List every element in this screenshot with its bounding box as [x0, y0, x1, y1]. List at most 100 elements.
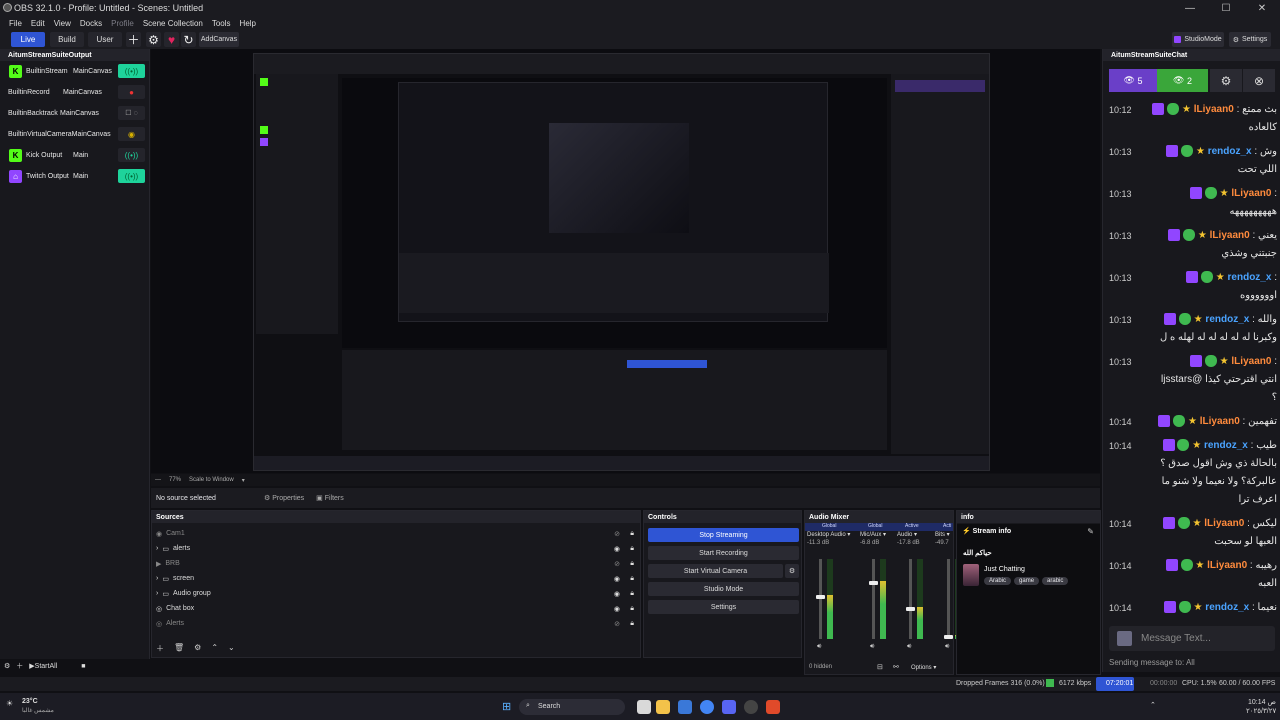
add-icon[interactable]: ＋ — [126, 32, 141, 47]
brave-icon[interactable] — [766, 700, 780, 714]
username[interactable]: lLiyaan0 — [1231, 356, 1271, 367]
virtualcam-toggle[interactable]: ◉ — [118, 127, 145, 141]
chevron-right-icon[interactable]: › — [156, 575, 158, 582]
minimize-button[interactable]: — — [1172, 0, 1208, 16]
heart-icon[interactable]: ♥ — [164, 32, 179, 47]
add-source-icon[interactable]: ＋ — [156, 643, 164, 654]
lock-icon[interactable]: 🔒︎ — [630, 575, 634, 583]
volume-fader[interactable] — [906, 559, 915, 639]
tab-build[interactable]: Build — [50, 32, 84, 47]
studio-mode-button[interactable]: StudioMode — [1172, 32, 1224, 47]
refresh-icon[interactable]: ↻ — [181, 32, 196, 47]
edit-icon[interactable]: ✎ — [1087, 527, 1094, 536]
properties-button[interactable]: ⚙ Properties — [264, 494, 304, 502]
add-canvas-button[interactable]: AddCanvas — [199, 32, 239, 47]
chevron-right-icon[interactable]: › — [156, 545, 158, 552]
stop-streaming-button[interactable]: Stop Streaming — [648, 528, 799, 542]
start-virtual-camera-button[interactable]: Start Virtual Camera — [648, 564, 783, 578]
tab-live[interactable]: Live — [11, 32, 45, 47]
menu-file[interactable]: File — [9, 19, 22, 28]
windows-start-icon[interactable]: ⊞ — [502, 700, 511, 713]
lock-icon[interactable]: 🔒︎ — [630, 560, 634, 568]
chrome-icon[interactable] — [700, 700, 714, 714]
filters-button[interactable]: ▣ Filters — [316, 494, 344, 502]
source-item[interactable]: › ▭ alerts ◉ 🔒︎ — [156, 541, 638, 556]
chat-settings-icon[interactable]: ⚙ — [1210, 69, 1242, 92]
maximize-button[interactable]: ☐ — [1208, 0, 1244, 16]
mute-speaker-icon[interactable]: 🔊︎ — [817, 643, 821, 651]
eye-icon[interactable]: ◉ — [614, 545, 620, 553]
mail-icon[interactable] — [678, 700, 692, 714]
username[interactable]: lLiyaan0 — [1204, 518, 1244, 529]
eye-hidden-icon[interactable]: ⊘ — [614, 560, 620, 568]
chat-popout-icon[interactable]: ⊗ — [1243, 69, 1275, 92]
move-up-icon[interactable]: ⌃ — [211, 643, 218, 654]
studio-mode-button-ctrl[interactable]: Studio Mode — [648, 582, 799, 596]
taskbar-search[interactable]: ⌕ Search — [519, 699, 625, 715]
username[interactable]: rendoz_x — [1204, 440, 1248, 451]
broadcast-toggle[interactable]: ((•)) — [118, 148, 145, 162]
mute-speaker-icon[interactable]: 🔊︎ — [870, 643, 874, 651]
mute-speaker-icon[interactable]: 🔊︎ — [907, 643, 911, 651]
discord-icon[interactable] — [722, 700, 736, 714]
mute-speaker-icon[interactable]: 🔊︎ — [945, 643, 949, 651]
source-item[interactable]: ▶ BRB ⊘ 🔒︎ — [156, 556, 638, 571]
zoom-level[interactable]: 77% — [169, 477, 181, 483]
obs-icon[interactable] — [744, 700, 758, 714]
fader-knob[interactable] — [816, 595, 825, 599]
source-item[interactable]: ◎ Chat box ◉ 🔒︎ — [156, 601, 638, 616]
start-recording-button[interactable]: Start Recording — [648, 546, 799, 560]
mixer-link-icon[interactable]: ⚯ — [893, 663, 899, 671]
virtual-camera-gear-icon[interactable]: ⚙ — [785, 564, 799, 578]
menu-profile[interactable]: Profile — [111, 19, 134, 28]
zoom-out-icon[interactable]: — — [155, 477, 161, 483]
volume-fader[interactable] — [869, 559, 878, 639]
trash-icon[interactable]: 🗑︎ — [174, 643, 184, 654]
username[interactable]: rendoz_x — [1208, 146, 1252, 157]
menu-edit[interactable]: Edit — [31, 19, 45, 28]
message-input[interactable]: Message Text... — [1109, 626, 1275, 651]
username[interactable]: lLiyaan0 — [1207, 560, 1247, 571]
eye-icon[interactable]: ◉ — [614, 575, 620, 583]
source-item[interactable]: ◉ Cam1 ⊘ 🔒︎ — [156, 526, 638, 541]
start-all-button[interactable]: ▶StartAll — [29, 662, 57, 670]
menu-tools[interactable]: Tools — [212, 19, 231, 28]
source-item[interactable]: › ▭ Audio group ◉ 🔒︎ — [156, 586, 638, 601]
move-down-icon[interactable]: ⌄ — [228, 643, 235, 654]
fader-knob[interactable] — [944, 635, 953, 639]
eye-hidden-icon[interactable]: ⊘ — [614, 530, 620, 538]
scale-mode[interactable]: Scale to Window — [189, 477, 234, 483]
lock-icon[interactable]: 🔒︎ — [630, 530, 634, 538]
eye-icon[interactable]: ◉ — [614, 605, 620, 613]
eye-icon[interactable]: ◉ — [614, 590, 620, 598]
fader-knob[interactable] — [906, 607, 915, 611]
menu-view[interactable]: View — [54, 19, 71, 28]
mixer-options-button[interactable]: Options ▾ — [911, 664, 936, 671]
chevron-up-icon[interactable]: ⌃ — [1150, 701, 1156, 709]
taskview-icon[interactable] — [637, 700, 651, 714]
username[interactable]: lLiyaan0 — [1231, 188, 1271, 199]
menu-help[interactable]: Help — [240, 19, 256, 28]
lock-icon[interactable]: 🔒︎ — [630, 620, 634, 628]
close-button[interactable]: ✕ — [1244, 0, 1280, 16]
menu-scene-collection[interactable]: Scene Collection — [143, 19, 203, 28]
tab-user[interactable]: User — [88, 32, 122, 47]
backtrack-toggle[interactable]: ☐ ◌ — [118, 106, 145, 120]
settings-button[interactable]: ⚙ Settings — [1229, 32, 1271, 47]
eye-hidden-icon[interactable]: ⊘ — [614, 620, 620, 628]
record-toggle[interactable]: ● — [118, 85, 145, 99]
broadcast-toggle[interactable]: ((•)) — [118, 64, 145, 78]
username[interactable]: lLiyaan0 — [1194, 104, 1234, 115]
lock-icon[interactable]: 🔒︎ — [630, 545, 634, 553]
file-explorer-icon[interactable] — [656, 700, 670, 714]
username[interactable]: lLiyaan0 — [1210, 230, 1250, 241]
username[interactable]: rendoz_x — [1205, 602, 1249, 613]
username[interactable]: rendoz_x — [1228, 272, 1272, 283]
stop-all-icon[interactable]: ■ — [81, 663, 85, 670]
add-output-icon[interactable]: ＋ — [16, 661, 23, 671]
chevron-down-icon[interactable]: ▾ — [242, 477, 245, 484]
menu-docks[interactable]: Docks — [80, 19, 102, 28]
mixer-layout-icon[interactable]: ⊟ — [877, 663, 883, 671]
gear-icon[interactable]: ⚙ — [4, 662, 10, 670]
source-item[interactable]: ◎ Alerts ⊘ 🔒︎ — [156, 616, 638, 631]
